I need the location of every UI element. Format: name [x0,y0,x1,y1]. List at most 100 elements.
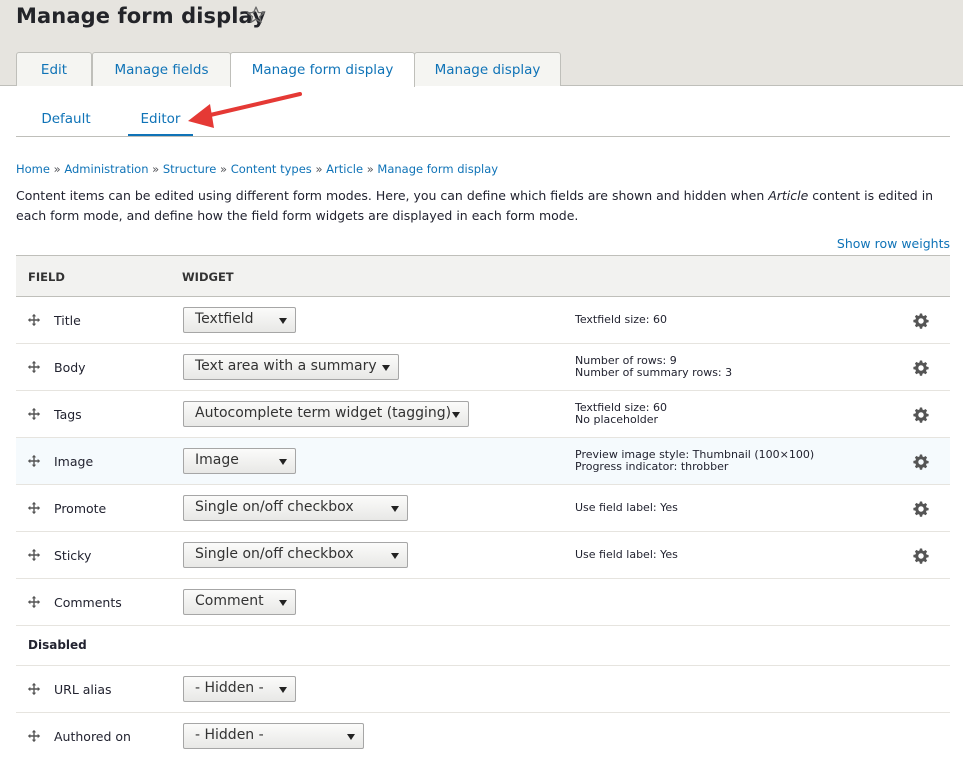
star-icon[interactable] [246,5,266,25]
field-label: URL alias [54,682,112,697]
widget-summary: Preview image style: Thumbnail (100×100)… [575,449,814,473]
widget-select[interactable]: Text area with a summary [183,354,399,380]
dropdown-arrow-icon [279,318,287,324]
widget-select-value: - Hidden - [195,680,264,696]
drag-handle-icon[interactable] [27,360,41,374]
dropdown-arrow-icon [279,459,287,465]
breadcrumb-separator: » [53,162,61,176]
breadcrumb-separator: » [152,162,160,176]
summary-line: No placeholder [575,413,659,426]
field-label: Comments [54,595,122,610]
summary-line: Use field label: Yes [575,548,678,561]
region-title-row: Disabled [16,626,950,666]
summary-line: Progress indicator: throbber [575,460,729,473]
dropdown-arrow-icon [391,553,399,559]
breadcrumb: Home » Administration » Structure » Cont… [16,162,498,176]
dropdown-arrow-icon [391,506,399,512]
table-row: Body Text area with a summary Number of … [16,344,950,391]
widget-summary: Number of rows: 9 Number of summary rows… [575,355,732,379]
field-label: Authored on [54,729,131,744]
widget-select[interactable]: Image [183,448,296,474]
gear-icon[interactable] [913,548,929,564]
drag-handle-icon[interactable] [27,454,41,468]
table-row: URL alias - Hidden - [16,666,950,713]
widget-select-value: Comment [195,593,264,609]
annotation-arrow [188,92,302,128]
drag-handle-icon[interactable] [27,548,41,562]
field-label: Body [54,360,86,375]
gear-icon[interactable] [913,454,929,470]
region-title-disabled: Disabled [28,638,87,652]
breadcrumb-article[interactable]: Article [326,162,363,176]
widget-select[interactable]: Textfield [183,307,296,333]
widget-select[interactable]: - Hidden - [183,676,296,702]
summary-line: Use field label: Yes [575,501,678,514]
table-row: Title Textfield Textfield size: 60 [16,297,950,344]
table-header: Field Widget [16,255,950,297]
breadcrumb-separator: » [220,162,228,176]
dropdown-arrow-icon [347,734,355,740]
gear-icon[interactable] [913,407,929,423]
tab-manage-fields[interactable]: Manage fields [92,52,231,86]
widget-select[interactable]: Single on/off checkbox [183,542,408,568]
widget-select[interactable]: Autocomplete term widget (tagging) [183,401,469,427]
drag-handle-icon[interactable] [27,407,41,421]
breadcrumb-separator: » [366,162,374,176]
table-row: Authored on - Hidden - [16,713,950,760]
tab-edit[interactable]: Edit [16,52,92,86]
widget-select[interactable]: - Hidden - [183,723,364,749]
table-row: Tags Autocomplete term widget (tagging) … [16,391,950,438]
dropdown-arrow-icon [279,600,287,606]
breadcrumb-content-types[interactable]: Content types [231,162,312,176]
subtab-editor[interactable]: Editor [128,104,193,136]
widget-select-value: Text area with a summary [195,358,377,374]
breadcrumb-manage-form-display[interactable]: Manage form display [377,162,498,176]
subtab-default[interactable]: Default [16,104,116,136]
dropdown-arrow-icon [452,412,460,418]
widget-summary: Textfield size: 60 [575,314,667,326]
widget-select-value: Image [195,452,239,468]
drag-handle-icon[interactable] [27,313,41,327]
subtab-divider [16,136,950,137]
tab-manage-form-display[interactable]: Manage form display [230,52,415,87]
gear-icon[interactable] [913,501,929,517]
summary-line: Textfield size: 60 [575,313,668,326]
widget-select-value: Single on/off checkbox [195,499,354,515]
dropdown-arrow-icon [279,687,287,693]
description-text: Content items can be edited using differ… [16,188,769,203]
gear-icon[interactable] [913,313,929,329]
field-label: Image [54,454,94,469]
breadcrumb-structure[interactable]: Structure [163,162,217,176]
column-header-field: Field [28,270,65,284]
table-row: Promote Single on/off checkbox Use field… [16,485,950,532]
field-label: Tags [54,407,82,422]
page-description: Content items can be edited using differ… [16,186,946,226]
dropdown-arrow-icon [382,365,390,371]
breadcrumb-home[interactable]: Home [16,162,50,176]
tab-manage-display[interactable]: Manage display [414,52,561,86]
gear-icon[interactable] [913,360,929,376]
widget-summary: Textfield size: 60 No placeholder [575,402,667,426]
summary-line: Number of summary rows: 3 [575,366,733,379]
widget-select-value: Textfield [195,311,254,327]
field-label: Sticky [54,548,92,563]
drag-handle-icon[interactable] [27,729,41,743]
page-title: Manage form display [16,4,266,28]
field-display-table: Field Widget Title Textfield Textfield s… [16,255,950,760]
drag-handle-icon[interactable] [27,682,41,696]
drag-handle-icon[interactable] [27,501,41,515]
widget-select[interactable]: Single on/off checkbox [183,495,408,521]
table-row: Sticky Single on/off checkbox Use field … [16,532,950,579]
field-label: Promote [54,501,107,516]
widget-select-value: Single on/off checkbox [195,546,354,562]
show-row-weights-link[interactable]: Show row weights [837,236,950,251]
drag-handle-icon[interactable] [27,595,41,609]
widget-select-value: Autocomplete term widget (tagging) [195,405,452,421]
field-label: Title [54,313,81,328]
breadcrumb-administration[interactable]: Administration [64,162,148,176]
description-emphasis: Article [768,188,809,203]
widget-summary: Use field label: Yes [575,549,678,561]
widget-select-value: - Hidden - [195,727,264,743]
table-row: Image Image Preview image style: Thumbna… [16,438,950,485]
widget-select[interactable]: Comment [183,589,296,615]
